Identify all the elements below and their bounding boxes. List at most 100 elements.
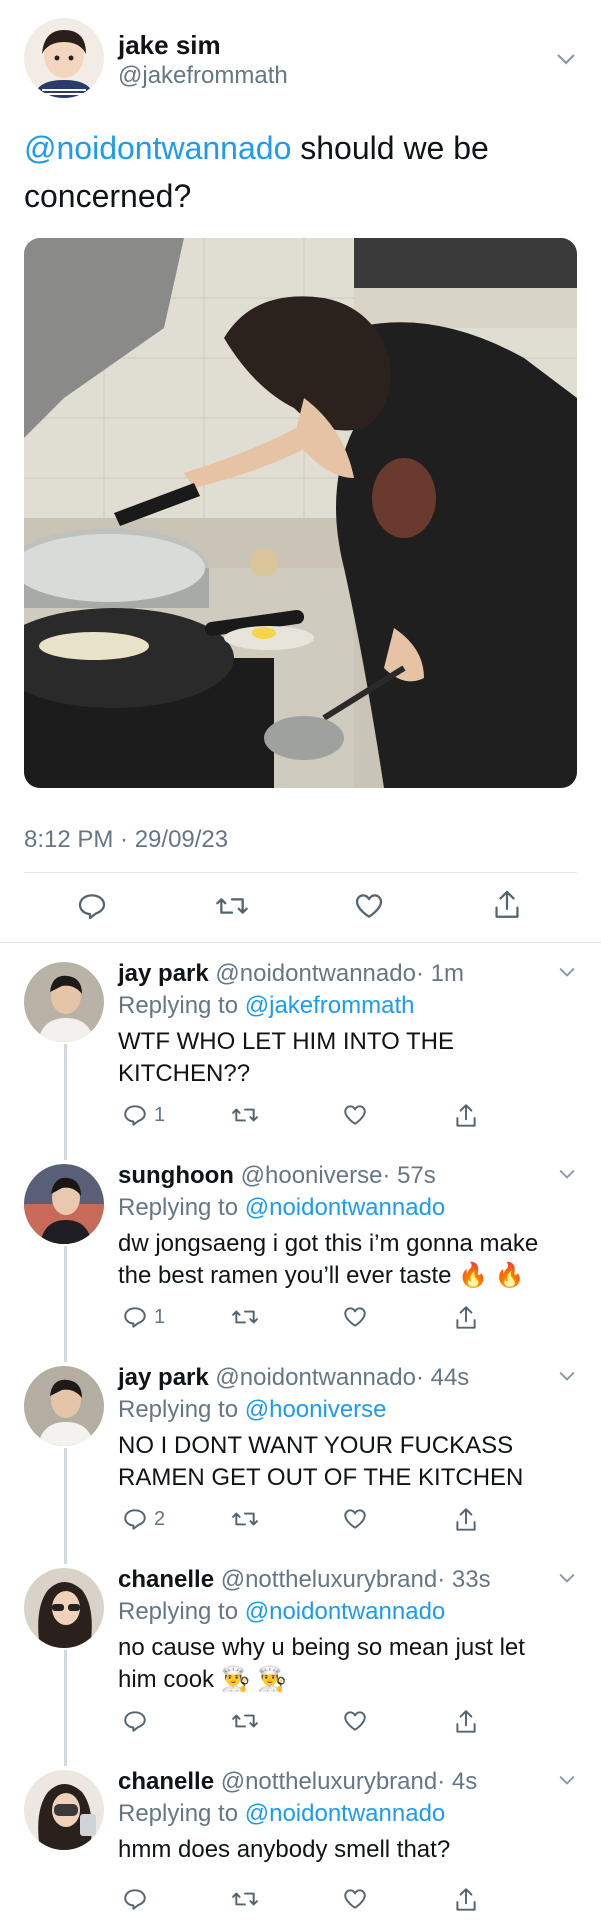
like-icon[interactable] bbox=[342, 1102, 368, 1128]
chevron-down-icon[interactable] bbox=[558, 966, 576, 978]
reply-text-line: hmm does anybody smell that? bbox=[118, 1836, 451, 1863]
like-icon[interactable] bbox=[342, 1886, 368, 1912]
reply-text-line: NO I DONT WANT YOUR FUCKASS bbox=[118, 1432, 514, 1459]
share-icon[interactable] bbox=[491, 888, 523, 922]
retweet-icon[interactable] bbox=[230, 1886, 260, 1912]
reply-text: hmm does anybody smell that? bbox=[118, 1834, 578, 1866]
reply-count: 2 bbox=[154, 1507, 166, 1530]
share-icon[interactable] bbox=[453, 1708, 479, 1736]
replying-to: Replying to @noidontwannado bbox=[118, 1194, 445, 1222]
reply-text-line: no cause why u being so mean just let bbox=[118, 1634, 525, 1661]
like-icon[interactable] bbox=[342, 1708, 368, 1734]
retweet-icon[interactable] bbox=[230, 1304, 260, 1330]
reply-author-name[interactable]: sunghoon bbox=[118, 1162, 234, 1189]
thread-line bbox=[64, 1246, 67, 1362]
reply-text: dw jongsaeng i got this i’m gonna make th… bbox=[118, 1228, 578, 1292]
reply-author-handle[interactable]: @hooniverse bbox=[241, 1162, 383, 1189]
thread-line bbox=[64, 1044, 67, 1160]
reply-time[interactable]: · 4s bbox=[437, 1768, 477, 1795]
replying-to-link[interactable]: @jakefrommath bbox=[245, 992, 415, 1019]
reply-text-line: him cook 👨‍🍳 👨‍🍳 bbox=[118, 1666, 288, 1693]
reply-avatar[interactable] bbox=[24, 1366, 104, 1446]
reply-text-line: the best ramen you’ll ever taste 🔥 🔥 bbox=[118, 1262, 525, 1289]
reply-author-name[interactable]: jay park bbox=[118, 960, 209, 987]
divider bbox=[24, 872, 577, 873]
reply-header: chanelle @nottheluxurybrand· 4s bbox=[118, 1768, 477, 1796]
reply-text-line: KITCHEN?? bbox=[118, 1060, 251, 1087]
reply-icon[interactable]: 1 bbox=[122, 1304, 165, 1330]
reply-time[interactable]: · 44s bbox=[416, 1364, 469, 1391]
reply-count: 1 bbox=[154, 1103, 166, 1126]
share-icon[interactable] bbox=[453, 1886, 479, 1914]
reply-author-name[interactable]: chanelle bbox=[118, 1768, 214, 1795]
share-icon[interactable] bbox=[453, 1506, 479, 1534]
replying-to-link[interactable]: @hooniverse bbox=[245, 1396, 387, 1423]
chevron-down-icon[interactable] bbox=[558, 1370, 576, 1382]
reply-text: NO I DONT WANT YOUR FUCKASS RAMEN GET OUT… bbox=[118, 1430, 578, 1494]
chevron-down-icon[interactable] bbox=[558, 1572, 576, 1584]
mention-link[interactable]: @noidontwannado bbox=[24, 130, 291, 166]
reply-author-handle[interactable]: @noidontwannado bbox=[215, 960, 416, 987]
replying-to: Replying to @noidontwannado bbox=[118, 1800, 445, 1828]
reply-avatar[interactable] bbox=[24, 1568, 104, 1648]
reply-text-line: RAMEN GET OUT OF THE KITCHEN bbox=[118, 1464, 524, 1491]
reply-avatar[interactable] bbox=[24, 962, 104, 1042]
reply-time[interactable]: · 33s bbox=[437, 1566, 490, 1593]
reply-icon[interactable]: 1 bbox=[122, 1102, 165, 1128]
media-photo bbox=[24, 238, 577, 788]
like-icon[interactable] bbox=[342, 1506, 368, 1532]
replying-to: Replying to @hooniverse bbox=[118, 1396, 387, 1424]
reply-header: sunghoon @hooniverse· 57s bbox=[118, 1162, 436, 1190]
reply-count: 1 bbox=[154, 1305, 166, 1328]
reply-icon[interactable] bbox=[76, 890, 108, 922]
like-icon[interactable] bbox=[342, 1304, 368, 1330]
reply-header: jay park @noidontwannado· 44s bbox=[118, 1364, 469, 1392]
reply-header: chanelle @nottheluxurybrand· 33s bbox=[118, 1566, 491, 1594]
replying-label: Replying to bbox=[118, 1194, 239, 1221]
replying-to: Replying to @noidontwannado bbox=[118, 1598, 445, 1626]
reply-time[interactable]: · 57s bbox=[382, 1162, 435, 1189]
author-name[interactable]: jake sim bbox=[118, 30, 221, 61]
replying-label: Replying to bbox=[118, 1800, 239, 1827]
reply-author-name[interactable]: jay park bbox=[118, 1364, 209, 1391]
chevron-down-icon[interactable] bbox=[558, 1774, 576, 1786]
main-avatar[interactable] bbox=[24, 18, 104, 98]
replying-to-link[interactable]: @noidontwannado bbox=[245, 1598, 446, 1625]
reply-icon[interactable]: 2 bbox=[122, 1506, 165, 1532]
share-icon[interactable] bbox=[453, 1102, 479, 1130]
reply-author-handle[interactable]: @nottheluxurybrand bbox=[221, 1566, 438, 1593]
tweet-text: @noidontwannado should we be concerned? bbox=[24, 124, 564, 220]
chevron-down-icon[interactable] bbox=[556, 52, 576, 66]
thread-line bbox=[64, 1650, 67, 1766]
reply-author-name[interactable]: chanelle bbox=[118, 1566, 214, 1593]
chevron-down-icon[interactable] bbox=[558, 1168, 576, 1180]
reply-icon[interactable] bbox=[122, 1886, 148, 1912]
replying-to: Replying to @jakefrommath bbox=[118, 992, 415, 1020]
retweet-icon[interactable] bbox=[230, 1506, 260, 1532]
replying-label: Replying to bbox=[118, 1598, 239, 1625]
replying-to-link[interactable]: @noidontwannado bbox=[245, 1800, 446, 1827]
tweet-timestamp[interactable]: 8:12 PM · 29/09/23 bbox=[24, 826, 228, 854]
reply-avatar[interactable] bbox=[24, 1164, 104, 1244]
retweet-icon[interactable] bbox=[230, 1102, 260, 1128]
reply-header: jay park @noidontwannado· 1m bbox=[118, 960, 464, 988]
divider bbox=[0, 942, 601, 943]
reply-avatar[interactable] bbox=[24, 1770, 104, 1850]
reply-text-line: dw jongsaeng i got this i’m gonna make bbox=[118, 1230, 539, 1257]
share-icon[interactable] bbox=[453, 1304, 479, 1332]
reply-author-handle[interactable]: @nottheluxurybrand bbox=[221, 1768, 438, 1795]
reply-time[interactable]: · 1m bbox=[416, 960, 464, 987]
reply-author-handle[interactable]: @noidontwannado bbox=[215, 1364, 416, 1391]
replying-to-link[interactable]: @noidontwannado bbox=[245, 1194, 446, 1221]
retweet-icon[interactable] bbox=[214, 890, 250, 922]
like-icon[interactable] bbox=[353, 890, 385, 922]
thread-line bbox=[64, 1448, 67, 1564]
reply-text: no cause why u being so mean just let him… bbox=[118, 1632, 578, 1696]
retweet-icon[interactable] bbox=[230, 1708, 260, 1734]
replying-label: Replying to bbox=[118, 1396, 239, 1423]
author-handle[interactable]: @jakefrommath bbox=[118, 62, 288, 90]
tweet-media[interactable] bbox=[24, 238, 577, 788]
reply-icon[interactable] bbox=[122, 1708, 148, 1734]
replying-label: Replying to bbox=[118, 992, 239, 1019]
reply-text-line: WTF WHO LET HIM INTO THE bbox=[118, 1028, 454, 1055]
